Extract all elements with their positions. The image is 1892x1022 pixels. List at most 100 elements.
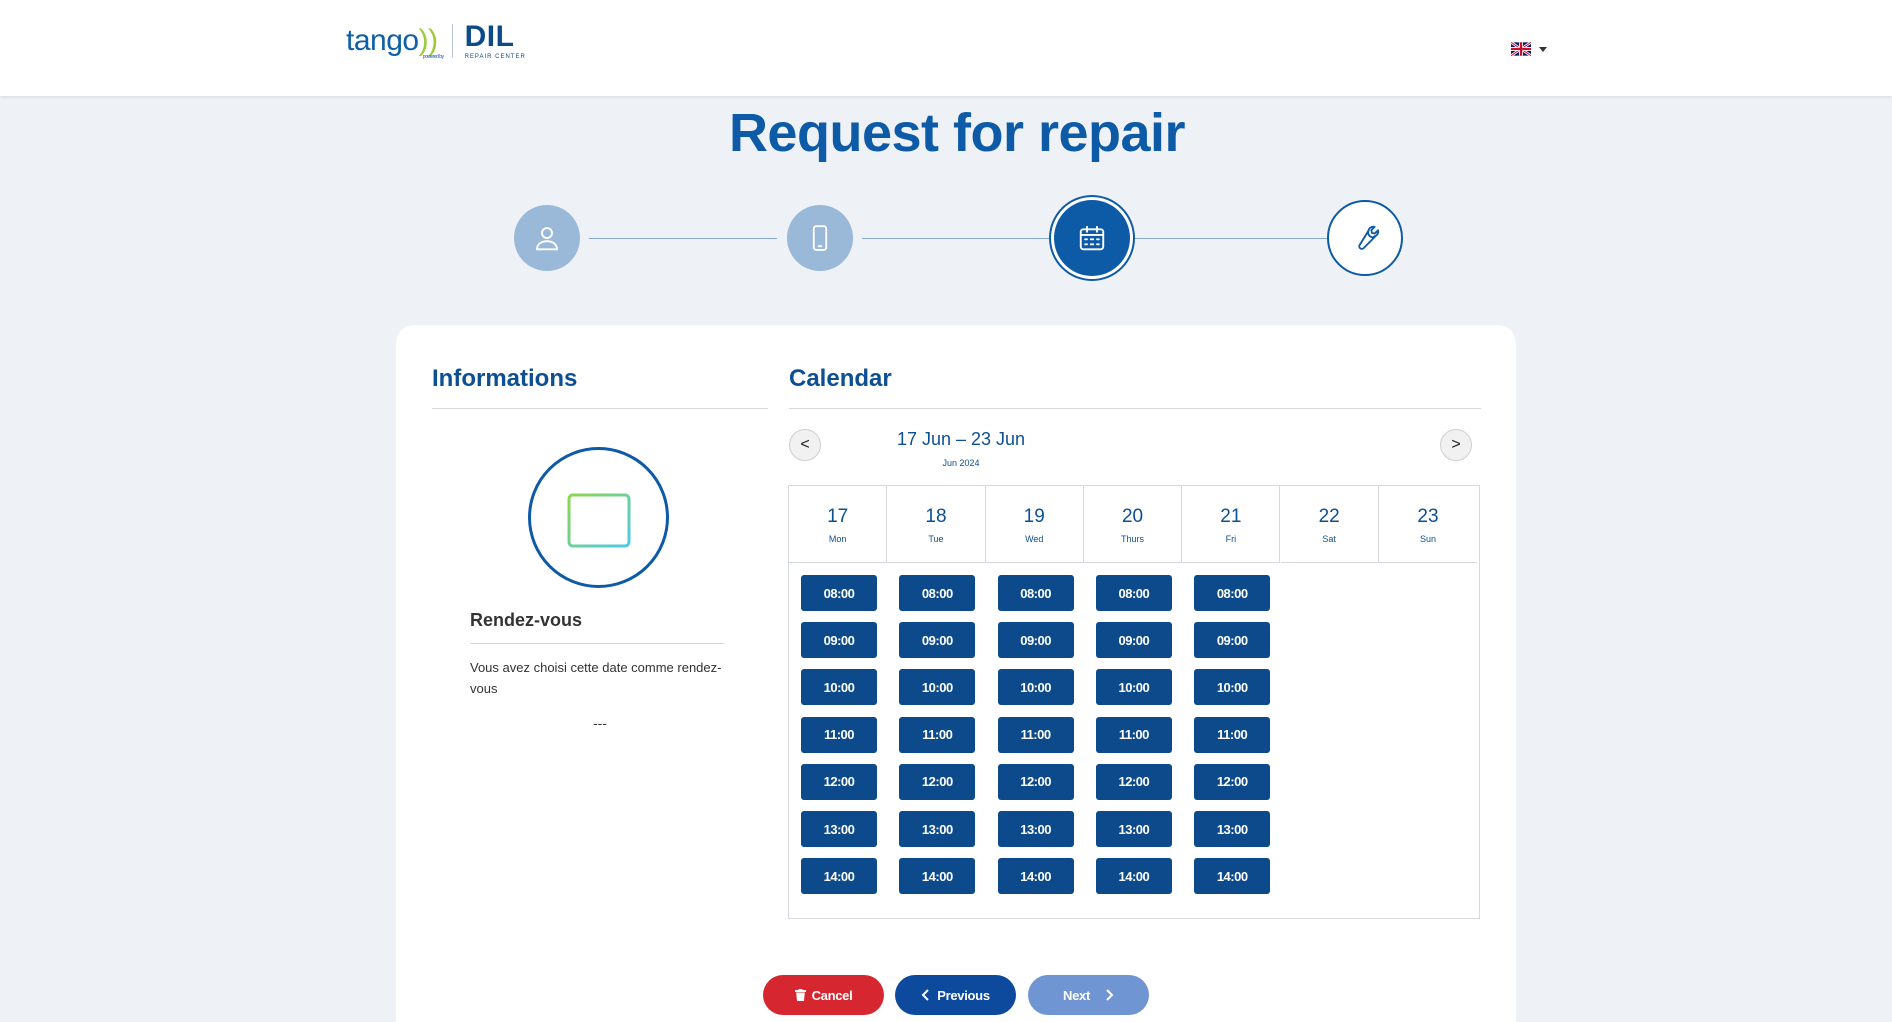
time-slot-button[interactable]: 08:00 bbox=[1194, 575, 1271, 611]
page-title: Request for repair bbox=[728, 103, 1186, 163]
time-slot-button[interactable]: 14:00 bbox=[801, 858, 877, 895]
trash-icon bbox=[794, 989, 806, 1001]
chevron-right-icon bbox=[1106, 989, 1114, 1001]
time-slot-button[interactable]: 12:00 bbox=[997, 763, 1074, 800]
time-slot-button[interactable]: 09:00 bbox=[1095, 622, 1172, 659]
time-slot-button[interactable]: 14:00 bbox=[1095, 858, 1172, 895]
time-slot-button[interactable]: 10:00 bbox=[801, 669, 877, 706]
day-header: 22 Sat bbox=[1280, 486, 1379, 563]
day-header: 18 Tue bbox=[887, 486, 986, 563]
day-header: 19 Wed bbox=[985, 486, 1084, 563]
day-name: Thurs bbox=[1121, 534, 1145, 544]
step-appointment[interactable] bbox=[1054, 200, 1130, 276]
day-name: Wed bbox=[1025, 534, 1044, 544]
dil-logo: DIL REPAIR CENTER bbox=[464, 20, 526, 61]
appointment-illustration bbox=[528, 447, 669, 588]
time-slot-button[interactable]: 13:00 bbox=[801, 811, 877, 847]
time-slot-button[interactable]: 08:00 bbox=[899, 575, 976, 611]
day-name: Mon bbox=[828, 534, 847, 544]
next-button[interactable]: Next bbox=[1028, 975, 1149, 1015]
time-slot-button[interactable]: 13:00 bbox=[1095, 811, 1172, 847]
previous-button[interactable]: Previous bbox=[895, 975, 1016, 1015]
day-number: 19 bbox=[1023, 506, 1045, 527]
chevron-left-icon bbox=[921, 989, 929, 1001]
calendar-gradient-icon bbox=[567, 488, 630, 547]
day-number: 22 bbox=[1318, 506, 1340, 527]
day-number: 18 bbox=[925, 506, 947, 527]
day-number: 17 bbox=[827, 506, 849, 527]
day-number: 20 bbox=[1121, 506, 1144, 527]
step-repair[interactable] bbox=[1327, 200, 1403, 276]
previous-label: Previous bbox=[937, 987, 990, 1003]
step-connector bbox=[1135, 238, 1327, 239]
day-header: 17 Mon bbox=[789, 486, 888, 563]
time-slot-button[interactable]: 11:00 bbox=[899, 716, 976, 753]
informations-divider bbox=[432, 408, 768, 409]
day-name: Fri bbox=[1225, 534, 1237, 544]
time-slot-button[interactable]: 14:00 bbox=[997, 858, 1074, 895]
time-slot-button[interactable]: 12:00 bbox=[801, 763, 877, 800]
day-header: 21 Fri bbox=[1182, 486, 1281, 563]
time-slot-button[interactable]: 10:00 bbox=[1194, 669, 1271, 706]
calendar-title: Calendar bbox=[789, 365, 892, 392]
day-name: Sun bbox=[1419, 534, 1436, 544]
day-name: Sat bbox=[1322, 534, 1336, 544]
week-range: 17 Jun – 23 Jun bbox=[896, 429, 1026, 449]
cancel-button[interactable]: Cancel bbox=[763, 975, 884, 1015]
time-slot-button[interactable]: 10:00 bbox=[997, 669, 1074, 706]
time-slot-button[interactable]: 09:00 bbox=[997, 622, 1074, 659]
calendar-grid: 17 Mon 08:00 09:00 10:00 11:00 12:00 13:00 14:00… bbox=[788, 485, 1480, 919]
day-number: 21 bbox=[1220, 506, 1242, 527]
time-slot-button[interactable]: 08:00 bbox=[1095, 575, 1172, 611]
appointment-card: Informations Rendez-vous Vous avez chois… bbox=[396, 325, 1516, 1022]
time-slot-button[interactable]: 14:00 bbox=[1194, 858, 1271, 895]
appointment-description: Vous avez choisi cette date comme rendez… bbox=[470, 660, 722, 696]
week-month: Jun 2024 bbox=[942, 458, 980, 468]
appointment-value: --- bbox=[593, 715, 607, 731]
time-slot-button[interactable]: 11:00 bbox=[997, 716, 1074, 753]
time-slot-button[interactable]: 11:00 bbox=[801, 716, 877, 753]
next-week-button[interactable]: > bbox=[1440, 429, 1472, 461]
time-slot-button[interactable]: 14:00 bbox=[899, 858, 976, 895]
time-slot-button[interactable]: 13:00 bbox=[899, 811, 976, 847]
step-connector bbox=[589, 238, 777, 239]
smartphone-icon bbox=[812, 225, 828, 251]
calendar-icon bbox=[1079, 225, 1105, 251]
appointment-divider bbox=[470, 643, 724, 644]
step-personal-info[interactable] bbox=[514, 205, 580, 271]
step-device[interactable] bbox=[787, 205, 853, 271]
time-slot-button[interactable]: 11:00 bbox=[1095, 716, 1172, 753]
next-label: Next bbox=[1063, 987, 1090, 1003]
time-slot-button[interactable]: 12:00 bbox=[1095, 763, 1172, 800]
language-selector[interactable] bbox=[1511, 42, 1547, 56]
appointment-label: Rendez-vous bbox=[470, 610, 583, 630]
uk-flag-icon bbox=[1511, 42, 1531, 56]
time-slot-button[interactable]: 13:00 bbox=[997, 811, 1074, 847]
calendar-divider bbox=[789, 408, 1481, 409]
time-slot-button[interactable]: 10:00 bbox=[1095, 669, 1172, 706]
time-slot-button[interactable]: 12:00 bbox=[899, 763, 976, 800]
time-slot-button[interactable]: 12:00 bbox=[1194, 763, 1271, 800]
time-slot-button[interactable]: 10:00 bbox=[899, 669, 976, 706]
time-slot-button[interactable]: 08:00 bbox=[997, 575, 1074, 611]
user-icon bbox=[536, 227, 558, 251]
time-slot-button[interactable]: 09:00 bbox=[1194, 622, 1271, 659]
logo-separator bbox=[451, 24, 453, 58]
day-header: 23 Sun bbox=[1378, 486, 1478, 563]
day-header: 20 Thurs bbox=[1083, 486, 1183, 563]
cancel-label: Cancel bbox=[811, 987, 853, 1003]
tango-logo: tango)) powered by bbox=[346, 24, 444, 60]
time-slot-button[interactable]: 08:00 bbox=[801, 575, 877, 611]
chevron-down-icon bbox=[1539, 46, 1547, 52]
wrench-icon bbox=[1358, 225, 1380, 250]
time-slot-button[interactable]: 09:00 bbox=[801, 622, 877, 659]
day-number: 23 bbox=[1417, 506, 1439, 527]
time-slot-button[interactable]: 11:00 bbox=[1194, 716, 1271, 753]
day-name: Tue bbox=[928, 534, 944, 544]
time-slot-button[interactable]: 13:00 bbox=[1194, 811, 1271, 847]
step-connector bbox=[862, 238, 1054, 239]
brand-logo[interactable]: tango)) powered by DIL REPAIR CENTER bbox=[346, 20, 526, 62]
informations-title: Informations bbox=[432, 365, 578, 392]
progress-stepper bbox=[0, 198, 1892, 278]
time-slot-button[interactable]: 09:00 bbox=[899, 622, 976, 659]
